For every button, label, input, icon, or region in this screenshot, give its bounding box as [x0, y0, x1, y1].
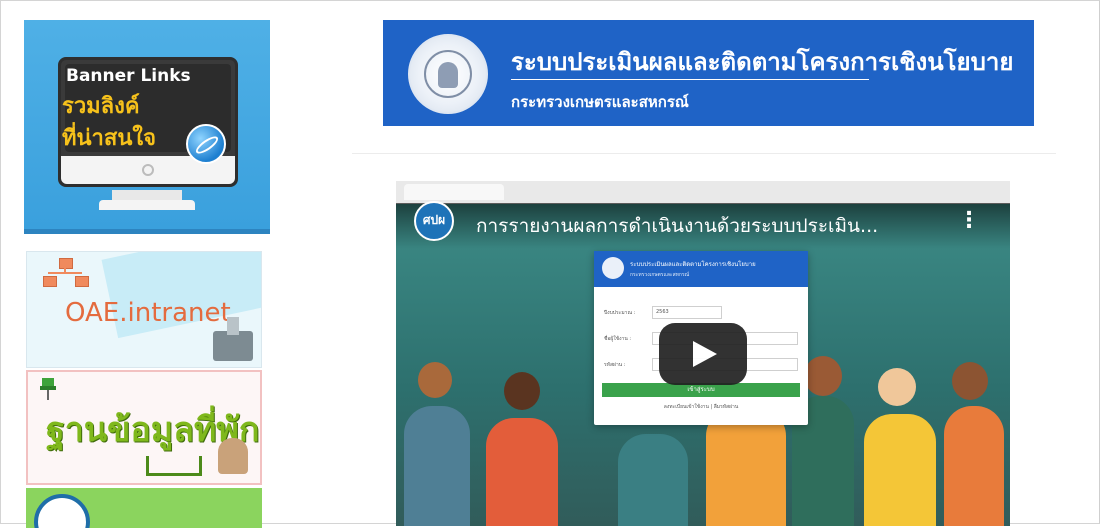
banner-links-subtitle-line1: รวมลิงค์: [62, 94, 140, 119]
oae-intranet-tile[interactable]: OAE.intranet: [26, 251, 262, 368]
ministry-seal-icon: [408, 34, 488, 114]
lightbulb-icon: [34, 494, 90, 528]
banner-subtitle: กระทรวงเกษตรและสหกรณ์: [511, 93, 689, 111]
login-seal-icon: [602, 257, 624, 279]
banner-links-tile[interactable]: Banner Links รวมลิงค์ ที่น่าสนใจ: [24, 20, 270, 234]
globe-icon: [186, 124, 226, 164]
login-header-subtitle: กระทรวงเกษตรและสหกรณ์: [630, 272, 690, 278]
pushpin-icon: [40, 378, 56, 400]
video-browser-chrome: [396, 181, 1010, 204]
play-icon[interactable]: [659, 323, 747, 385]
project-evaluation-banner[interactable]: ระบบประเมินผลและติดตามโครงการเชิงนโยบาย …: [383, 20, 1034, 126]
youtube-video-player[interactable]: ศปผ การรายงานผลการดำเนินงานด้วยระบบประเม…: [396, 181, 1010, 526]
section-divider: [352, 153, 1056, 154]
residence-database-tile[interactable]: ฐานข้อมูลที่พัก: [26, 370, 262, 485]
login-button: เข้าสู่ระบบ: [602, 383, 800, 397]
oae-intranet-label: OAE.intranet: [65, 298, 231, 328]
video-title[interactable]: การรายงานผลการดำเนินงานด้วยระบบประเมิน..…: [476, 211, 946, 241]
network-icon: [43, 258, 89, 287]
lightbulb-tile[interactable]: [26, 488, 262, 528]
login-header-title: ระบบประเมินผลและติดตามโครงการเชิงนโยบาย: [630, 261, 756, 268]
banner-title: ระบบประเมินผลและติดตามโครงการเชิงนโยบาย: [511, 48, 1014, 76]
banner-underline: [511, 79, 869, 80]
bed-icon: [146, 456, 202, 476]
login-footer-links: ลงทะเบียนเข้าใช้งาน | ลืมรหัสผ่าน: [663, 404, 739, 410]
login-year-select: 2563: [652, 306, 722, 319]
login-password-label: รหัสผ่าน :: [604, 362, 626, 368]
channel-logo[interactable]: ศปผ: [414, 201, 454, 241]
login-username-label: ชื่อผู้ใช้งาน :: [604, 336, 632, 342]
banner-links-subtitle-line2: ที่น่าสนใจ: [62, 126, 156, 151]
download-icon: [213, 317, 253, 361]
video-more-options-icon[interactable]: ⋮: [958, 209, 980, 233]
officer-avatar-icon: [218, 438, 248, 474]
banner-links-title: Banner Links: [66, 66, 191, 86]
login-year-label: ปีงบประมาณ :: [604, 310, 636, 316]
